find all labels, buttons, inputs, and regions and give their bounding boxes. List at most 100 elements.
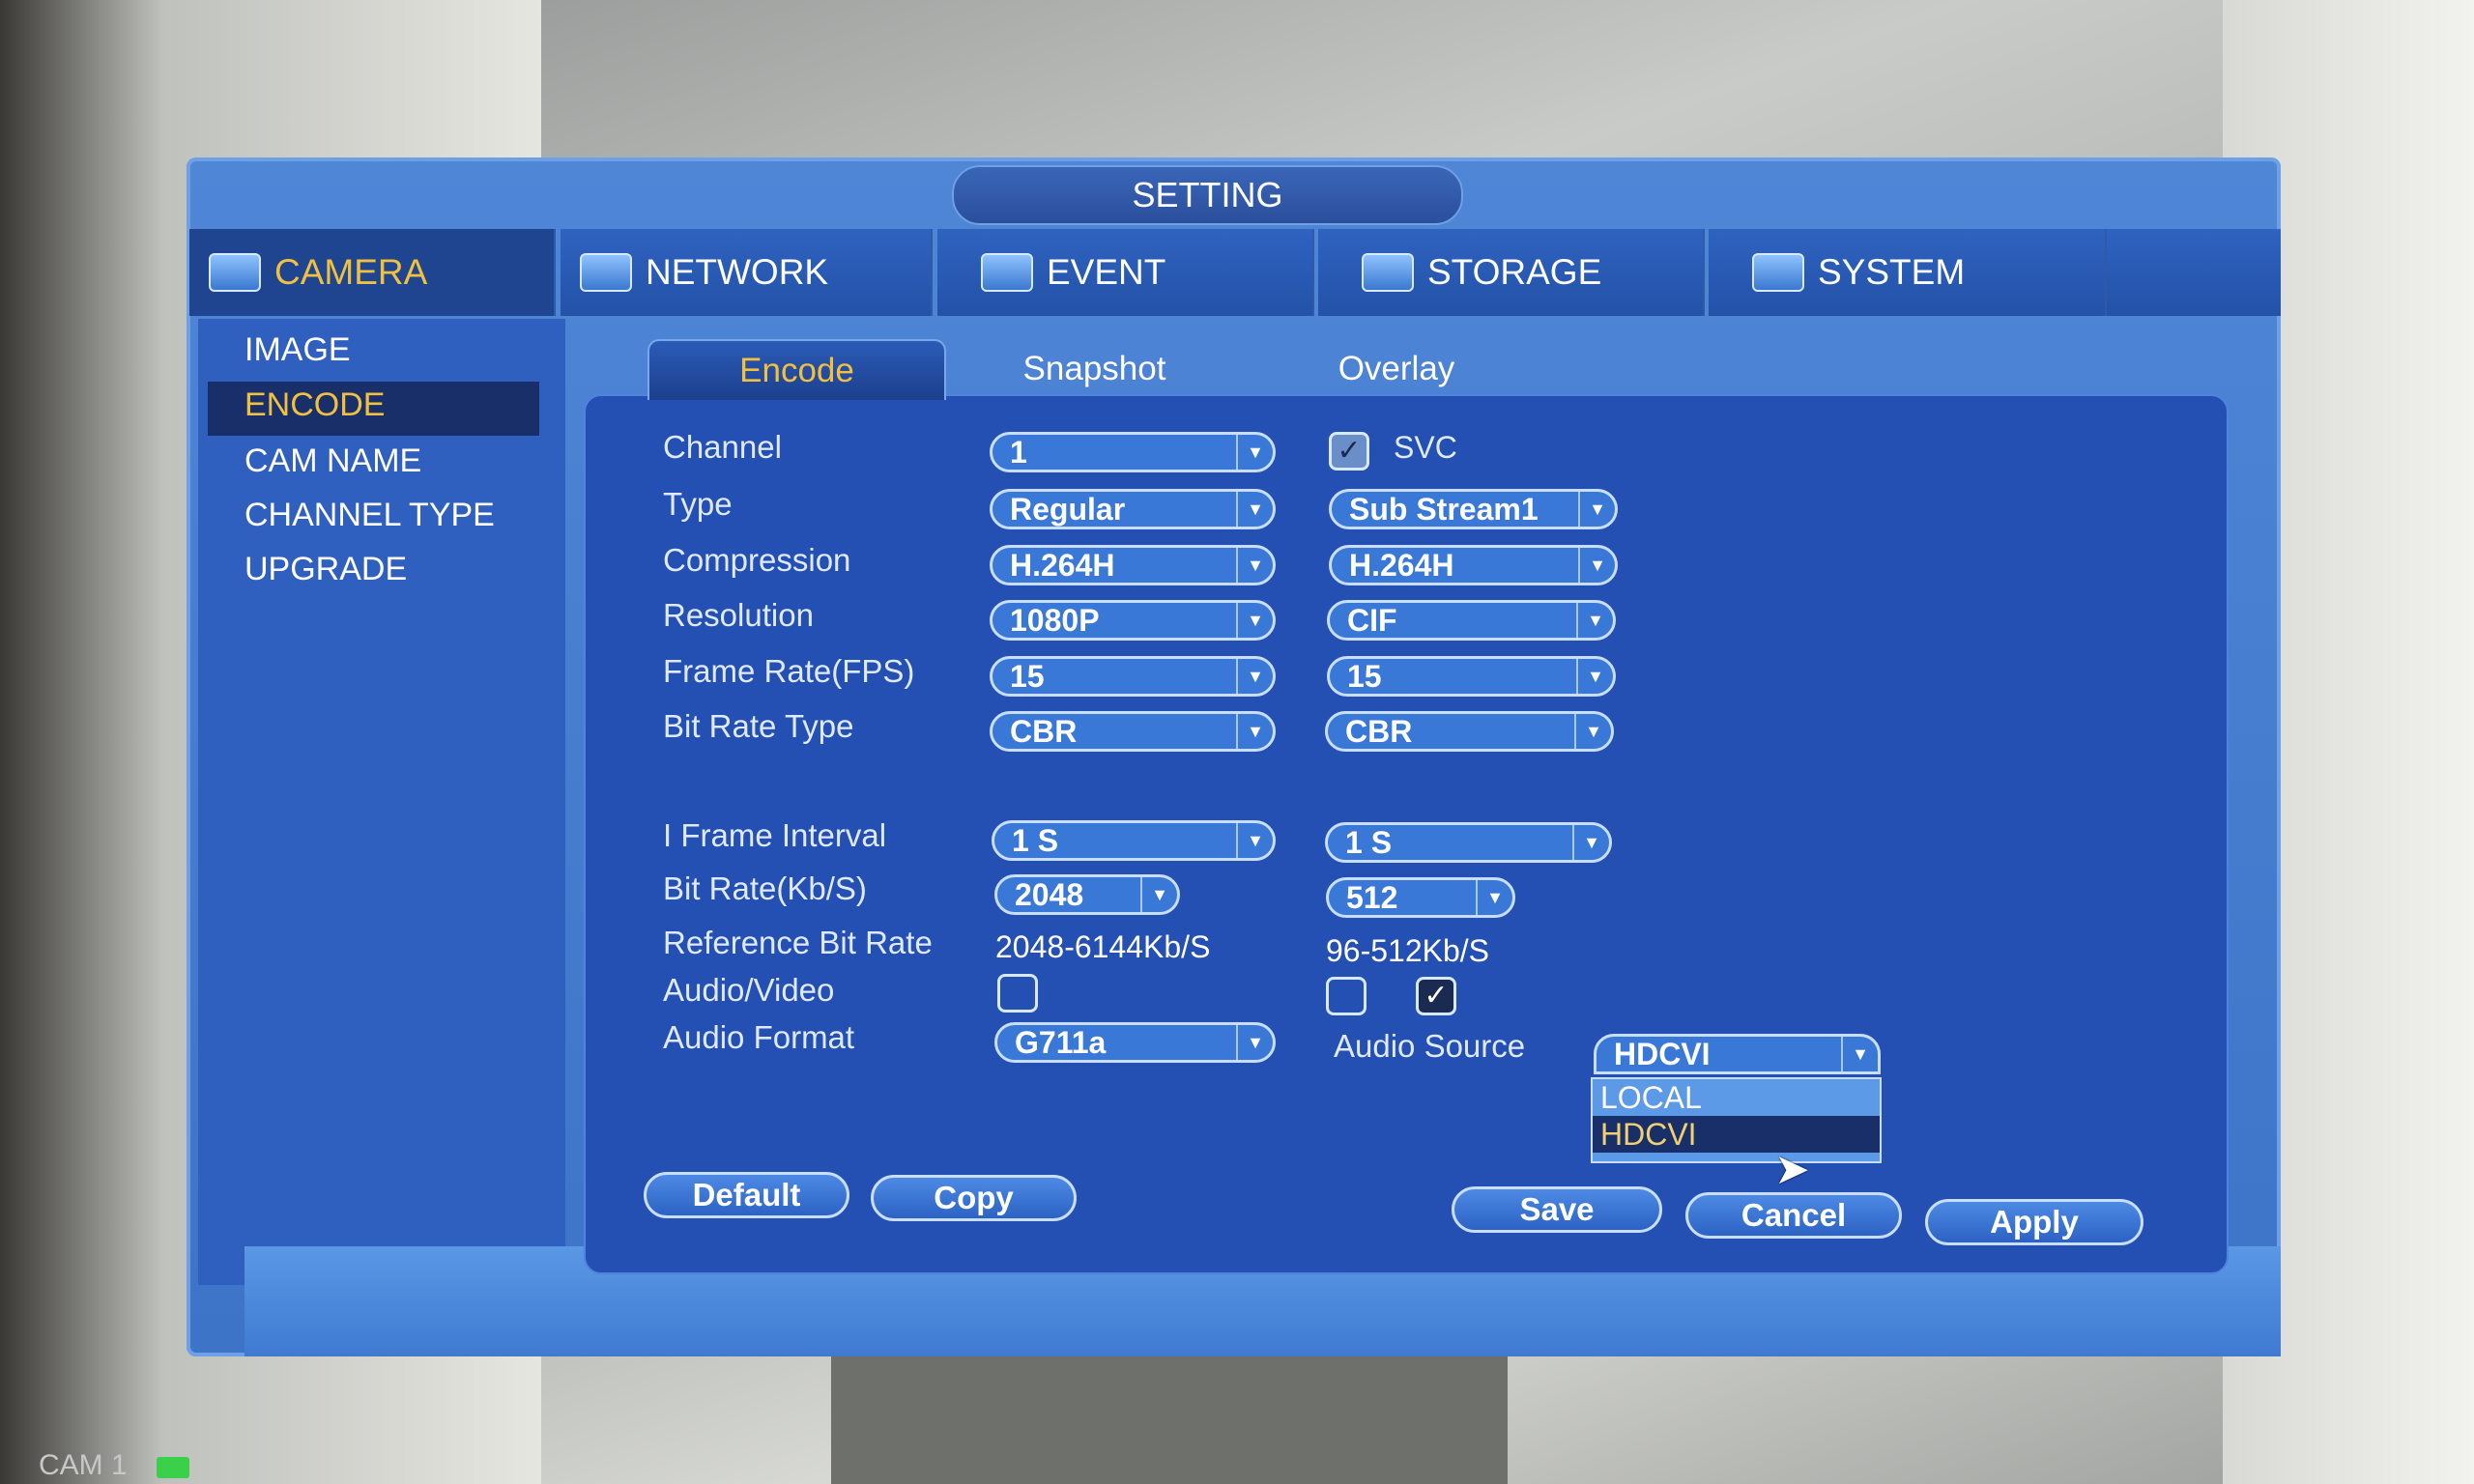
select-value: 1 S <box>1345 825 1393 860</box>
iframe-main-select[interactable]: 1 S ▼ <box>992 820 1276 861</box>
select-value: CIF <box>1347 603 1397 638</box>
audio-source-dropdown-list: LOCAL HDCVI <box>1591 1077 1882 1163</box>
audio-format-label: Audio Format <box>663 1019 855 1055</box>
tab-overlay[interactable]: Overlay <box>1285 339 1508 398</box>
bit-rate-type-sub-select[interactable]: CBR ▼ <box>1325 711 1614 752</box>
sidebar-item-channel-type[interactable]: CHANNEL TYPE <box>245 497 495 534</box>
chevron-down-icon: ▼ <box>1572 825 1609 860</box>
save-button[interactable]: Save <box>1452 1186 1662 1233</box>
option-local[interactable]: LOCAL <box>1593 1079 1880 1116</box>
frame-rate-main-select[interactable]: 15 ▼ <box>990 656 1276 697</box>
select-value: 15 <box>1010 659 1045 694</box>
tab-label: STORAGE <box>1427 252 1602 292</box>
svc-checkbox[interactable]: ✓ <box>1329 432 1369 471</box>
audio-video-label: Audio/Video <box>663 972 835 1008</box>
tab-event[interactable]: EVENT <box>937 229 1314 316</box>
chevron-down-icon: ▼ <box>1236 823 1273 858</box>
iframe-sub-select[interactable]: 1 S ▼ <box>1325 822 1612 863</box>
select-value: CBR <box>1010 714 1078 749</box>
ref-bit-rate-main: 2048-6144Kb/S <box>995 929 1211 964</box>
apply-button[interactable]: Apply <box>1925 1199 2143 1245</box>
chevron-down-icon: ▼ <box>1236 1025 1273 1060</box>
select-value: 15 <box>1347 659 1382 694</box>
resolution-main-select[interactable]: 1080P ▼ <box>990 600 1276 641</box>
chevron-down-icon: ▼ <box>1574 714 1611 749</box>
bit-rate-type-label: Bit Rate Type <box>663 708 854 744</box>
ref-bit-rate-sub: 96-512Kb/S <box>1326 933 1490 968</box>
bit-rate-type-main-select[interactable]: CBR ▼ <box>990 711 1276 752</box>
select-value: CBR <box>1345 714 1413 749</box>
ref-bit-rate-label: Reference Bit Rate <box>663 925 933 960</box>
audio-source-select[interactable]: HDCVI ▼ <box>1594 1034 1881 1074</box>
select-value: Sub Stream1 <box>1349 492 1539 527</box>
select-value: 1 S <box>1012 823 1059 858</box>
sidebar-item-image[interactable]: IMAGE <box>245 331 351 369</box>
select-value: HDCVI <box>1614 1037 1711 1071</box>
chevron-down-icon: ▼ <box>1576 603 1613 638</box>
select-value: 1 <box>1010 435 1027 470</box>
chevron-down-icon: ▼ <box>1578 548 1615 583</box>
resolution-label: Resolution <box>663 597 814 633</box>
tab-label: CAMERA <box>274 252 428 292</box>
tab-encode[interactable]: Encode <box>647 339 946 400</box>
chevron-down-icon: ▼ <box>1236 492 1273 527</box>
type-label: Type <box>663 486 733 522</box>
chevron-down-icon: ▼ <box>1236 435 1273 470</box>
chevron-down-icon: ▼ <box>1576 659 1613 694</box>
tab-label: NETWORK <box>646 252 829 292</box>
compression-label: Compression <box>663 542 851 578</box>
recording-icon <box>157 1457 189 1478</box>
resolution-sub-select[interactable]: CIF ▼ <box>1327 600 1616 641</box>
audio-video-sub-checkbox[interactable] <box>1326 977 1366 1015</box>
camera-label: CAM 1 <box>39 1449 128 1481</box>
chevron-down-icon: ▼ <box>1140 877 1177 912</box>
sidebar-item-cam-name[interactable]: CAM NAME <box>245 442 421 480</box>
default-button[interactable]: Default <box>644 1172 849 1218</box>
bit-rate-label: Bit Rate(Kb/S) <box>663 870 867 906</box>
bit-rate-sub-select[interactable]: 512 ▼ <box>1326 877 1515 918</box>
svc-label: SVC <box>1394 430 1457 465</box>
select-value: 512 <box>1346 880 1398 915</box>
tab-snapshot[interactable]: Snapshot <box>976 339 1213 398</box>
channel-label: Channel <box>663 429 782 465</box>
select-value: H.264H <box>1010 548 1115 583</box>
chevron-down-icon: ▼ <box>1236 603 1273 638</box>
copy-button[interactable]: Copy <box>871 1175 1077 1221</box>
tab-bar-filler <box>2107 229 2281 316</box>
tab-network[interactable]: NETWORK <box>561 229 933 316</box>
frame-rate-label: Frame Rate(FPS) <box>663 653 915 689</box>
compression-sub-select[interactable]: H.264H ▼ <box>1329 545 1618 585</box>
system-icon <box>1752 253 1804 292</box>
select-value: G711a <box>1015 1025 1107 1060</box>
bit-rate-main-select[interactable]: 2048 ▼ <box>994 874 1180 915</box>
camera-icon <box>209 253 261 292</box>
channel-select[interactable]: 1 ▼ <box>990 432 1276 472</box>
sidebar-item-encode[interactable]: ENCODE <box>245 386 385 424</box>
tab-camera[interactable]: CAMERA <box>189 229 556 316</box>
event-icon <box>981 253 1033 292</box>
option-hdcvi[interactable]: HDCVI <box>1593 1116 1880 1153</box>
select-value: H.264H <box>1349 548 1454 583</box>
window-title: SETTING <box>952 165 1463 225</box>
tab-storage[interactable]: STORAGE <box>1318 229 1705 316</box>
chevron-down-icon: ▼ <box>1236 714 1273 749</box>
chevron-down-icon: ▼ <box>1578 492 1615 527</box>
tab-system[interactable]: SYSTEM <box>1709 229 2107 316</box>
iframe-label: I Frame Interval <box>663 817 887 853</box>
mouse-cursor-icon: ➤ <box>1774 1146 1810 1193</box>
type-sub-select[interactable]: Sub Stream1 ▼ <box>1329 489 1618 529</box>
cancel-button[interactable]: Cancel <box>1685 1192 1902 1239</box>
sidebar-item-upgrade[interactable]: UPGRADE <box>245 551 407 588</box>
audio-video-main-checkbox[interactable] <box>997 974 1038 1013</box>
type-main-select[interactable]: Regular ▼ <box>990 489 1276 529</box>
select-value: 1080P <box>1010 603 1100 638</box>
select-value: 2048 <box>1015 877 1084 912</box>
network-icon <box>580 253 632 292</box>
chevron-down-icon: ▼ <box>1476 880 1512 915</box>
select-value: Regular <box>1010 492 1126 527</box>
compression-main-select[interactable]: H.264H ▼ <box>990 545 1276 585</box>
audio-format-select[interactable]: G711a ▼ <box>994 1022 1276 1063</box>
tab-label: SYSTEM <box>1818 252 1966 292</box>
frame-rate-sub-select[interactable]: 15 ▼ <box>1327 656 1616 697</box>
audio-video-sub-extra-checkbox[interactable]: ✓ <box>1416 977 1456 1015</box>
